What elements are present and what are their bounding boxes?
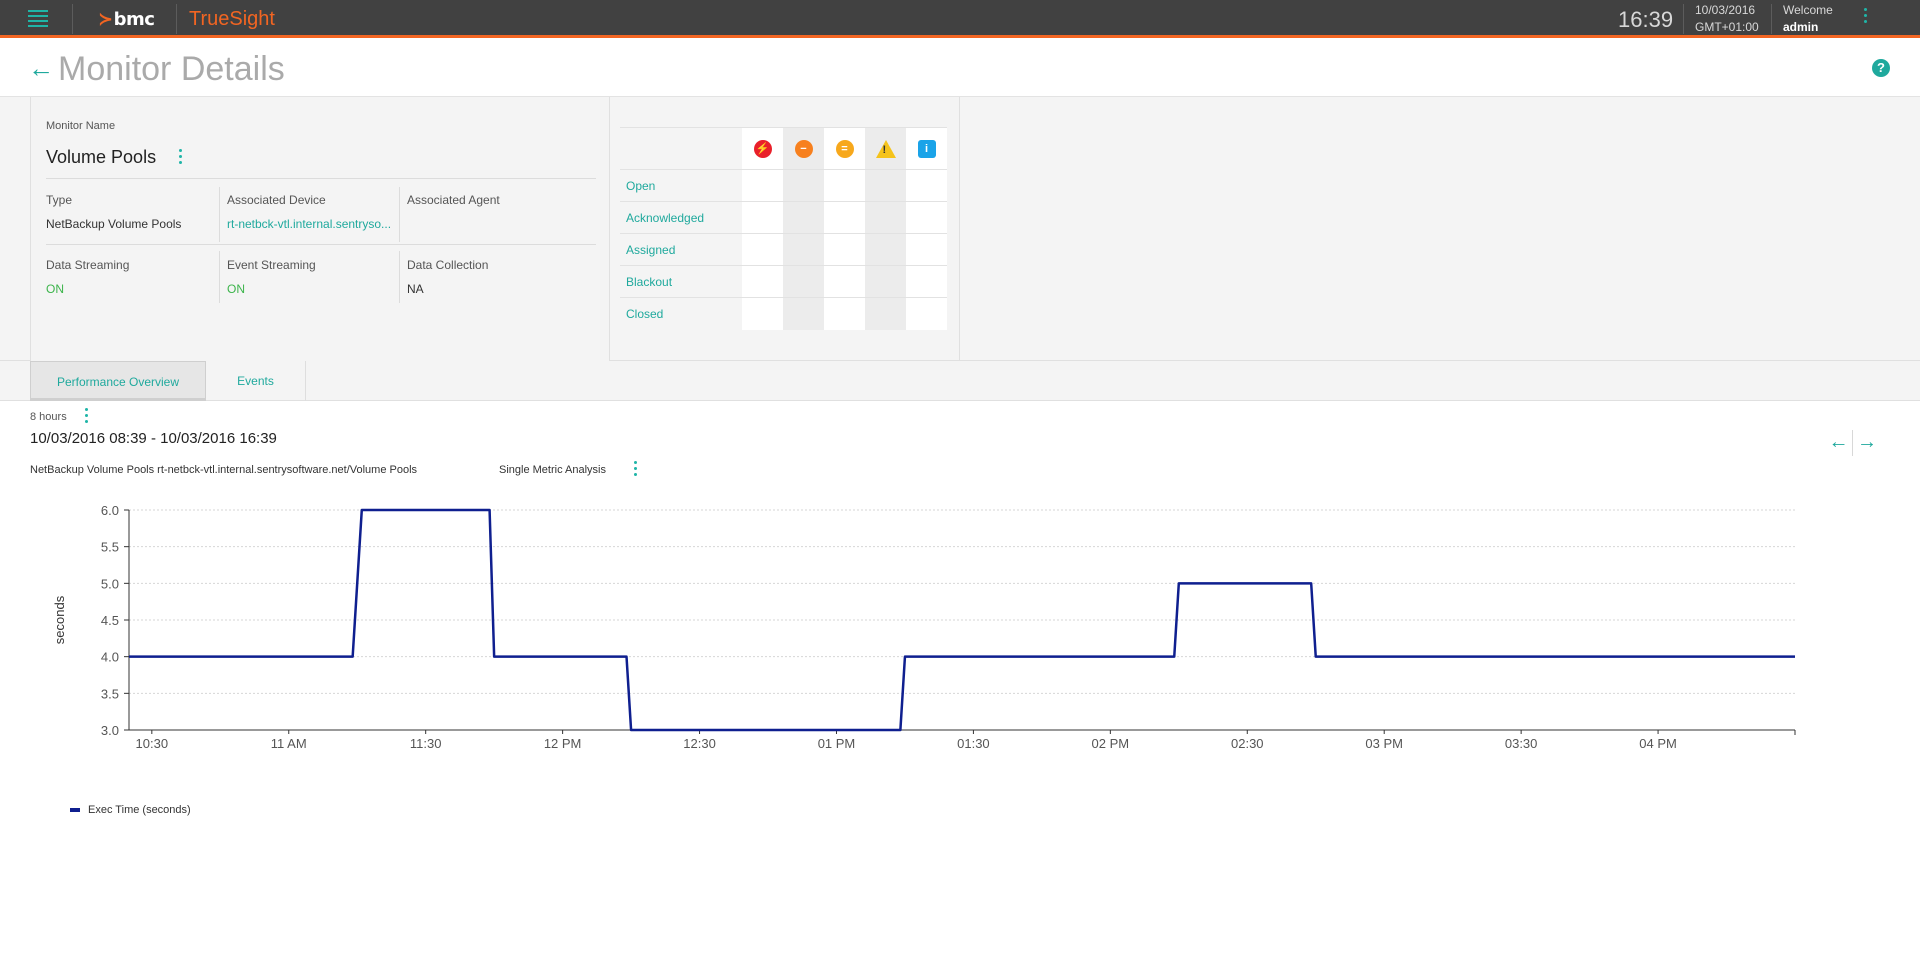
bmc-logo: ≻bmc bbox=[98, 9, 155, 30]
date-range: 10/03/2016 08:39 - 10/03/2016 16:39 bbox=[30, 430, 277, 447]
critical-icon[interactable]: ⚡ bbox=[753, 139, 772, 158]
x-tick-label: 01 PM bbox=[818, 736, 856, 751]
status-row-blackout: Blackout bbox=[620, 265, 947, 298]
x-tick-label: 04 PM bbox=[1639, 736, 1677, 751]
event-status-table: ⚡ − = ! i Open Acknowledged Assigned Bla… bbox=[620, 127, 947, 330]
legend-label: Exec Time (seconds) bbox=[88, 804, 191, 816]
status-blackout-link[interactable]: Blackout bbox=[620, 265, 742, 298]
monitor-actions-kebab-icon[interactable] bbox=[179, 149, 182, 164]
y-tick-label: 5.5 bbox=[101, 540, 119, 555]
event-streaming-status: ON bbox=[227, 282, 245, 296]
event-streaming-label: Event Streaming bbox=[227, 258, 316, 272]
divider bbox=[219, 187, 220, 242]
page-title: Monitor Details bbox=[58, 50, 285, 88]
hamburger-menu-icon[interactable] bbox=[28, 10, 48, 27]
major-icon[interactable]: − bbox=[794, 139, 813, 158]
divider bbox=[1683, 4, 1684, 34]
associated-device-link[interactable]: rt-netbck-vtl.internal.sentryso... bbox=[227, 217, 391, 231]
y-axis-label: seconds bbox=[52, 595, 67, 644]
x-tick-label: 01:30 bbox=[957, 736, 990, 751]
time-range-label: 8 hours bbox=[30, 411, 67, 423]
help-icon[interactable]: ? bbox=[1872, 59, 1890, 77]
product-name: TrueSight bbox=[189, 8, 275, 30]
minor-icon[interactable]: = bbox=[835, 139, 854, 158]
time-range-kebab-icon[interactable] bbox=[85, 408, 88, 423]
status-assigned-link[interactable]: Assigned bbox=[620, 233, 742, 266]
timezone-text: GMT+01:00 bbox=[1695, 20, 1759, 34]
data-streaming-status: ON bbox=[46, 282, 64, 296]
analysis-kebab-icon[interactable] bbox=[634, 461, 637, 476]
date-block: 10/03/2016 GMT+01:00 bbox=[1695, 2, 1759, 36]
severity-header-row: ⚡ − = ! i bbox=[620, 127, 947, 170]
warning-icon[interactable]: ! bbox=[875, 139, 896, 158]
clock-time: 16:39 bbox=[1618, 7, 1674, 32]
divider bbox=[1771, 4, 1772, 34]
date-text: 10/03/2016 bbox=[1695, 3, 1756, 17]
x-tick-label: 12 PM bbox=[544, 736, 582, 751]
username: admin bbox=[1783, 20, 1819, 34]
user-block: Welcome admin bbox=[1783, 2, 1833, 36]
y-tick-label: 3.5 bbox=[101, 686, 119, 701]
tab-performance-overview[interactable]: Performance Overview bbox=[30, 361, 206, 401]
top-bar: ≻bmc TrueSight 16:39 10/03/2016 GMT+01:0… bbox=[0, 0, 1920, 38]
divider bbox=[46, 244, 596, 245]
divider bbox=[399, 251, 400, 303]
x-tick-label: 03:30 bbox=[1505, 736, 1538, 751]
status-row-closed: Closed bbox=[620, 297, 947, 330]
status-acknowledged-link[interactable]: Acknowledged bbox=[620, 201, 742, 234]
status-closed-link[interactable]: Closed bbox=[620, 297, 742, 330]
x-tick-label: 03 PM bbox=[1365, 736, 1403, 751]
legend-swatch bbox=[70, 808, 80, 813]
associated-agent-label: Associated Agent bbox=[407, 193, 500, 207]
user-menu-kebab-icon[interactable] bbox=[1864, 8, 1867, 23]
title-row: ← Monitor Details ? bbox=[0, 41, 1920, 97]
x-tick-label: 12:30 bbox=[683, 736, 716, 751]
monitor-info-panel: Monitor Name Volume Pools Type NetBackup… bbox=[0, 97, 1920, 361]
tab-bar: Performance Overview Events bbox=[0, 361, 1920, 401]
previous-period-arrow-icon[interactable]: ← bbox=[1825, 430, 1853, 456]
x-tick-label: 02 PM bbox=[1092, 736, 1130, 751]
status-row-open: Open bbox=[620, 169, 947, 202]
status-row-assigned: Assigned bbox=[620, 233, 947, 266]
divider bbox=[46, 178, 596, 179]
x-tick-label: 11:30 bbox=[410, 736, 442, 751]
type-label: Type bbox=[46, 193, 73, 207]
y-tick-label: 4.0 bbox=[101, 650, 119, 665]
y-tick-label: 3.0 bbox=[101, 723, 119, 738]
chart-legend[interactable]: Exec Time (seconds) bbox=[70, 804, 191, 816]
welcome-text: Welcome bbox=[1783, 3, 1833, 17]
time-navigation: ← → bbox=[1825, 430, 1881, 456]
associated-device-label: Associated Device bbox=[227, 193, 326, 207]
monitor-name: Volume Pools bbox=[46, 147, 157, 167]
status-row-acknowledged: Acknowledged bbox=[620, 201, 947, 234]
y-tick-label: 6.0 bbox=[101, 503, 119, 518]
data-streaming-label: Data Streaming bbox=[46, 258, 130, 272]
monitor-summary: Monitor Name Volume Pools Type NetBackup… bbox=[30, 97, 610, 361]
next-period-arrow-icon[interactable]: → bbox=[1853, 430, 1881, 456]
divider bbox=[72, 4, 73, 34]
x-tick-label: 10:30 bbox=[136, 736, 169, 751]
x-tick-label: 02:30 bbox=[1231, 736, 1264, 751]
divider bbox=[399, 187, 400, 242]
type-value: NetBackup Volume Pools bbox=[46, 217, 182, 231]
info-icon[interactable]: i bbox=[917, 139, 936, 158]
exec-time-line-chart: 6.0 5.5 5.0 4.5 4.0 3.5 3.0 10:30 11 AM 11:30 12 P… bbox=[52, 503, 1796, 751]
monitor-name-label: Monitor Name bbox=[46, 120, 116, 132]
analysis-label: Single Metric Analysis bbox=[499, 464, 606, 476]
event-status-panel: ⚡ − = ! i Open Acknowledged Assigned Bla… bbox=[610, 97, 960, 361]
metric-name: NetBackup Volume Pools rt-netbck-vtl.int… bbox=[30, 464, 418, 476]
status-open-link[interactable]: Open bbox=[620, 169, 742, 202]
back-arrow-icon[interactable]: ← bbox=[28, 55, 54, 81]
divider bbox=[176, 4, 177, 34]
tab-events[interactable]: Events bbox=[206, 361, 306, 401]
data-collection-value: NA bbox=[407, 282, 424, 296]
y-tick-label: 4.5 bbox=[101, 613, 119, 628]
data-collection-label: Data Collection bbox=[407, 258, 489, 272]
y-tick-label: 5.0 bbox=[101, 576, 119, 591]
divider bbox=[219, 251, 220, 303]
x-tick-label: 11 AM bbox=[271, 736, 307, 751]
